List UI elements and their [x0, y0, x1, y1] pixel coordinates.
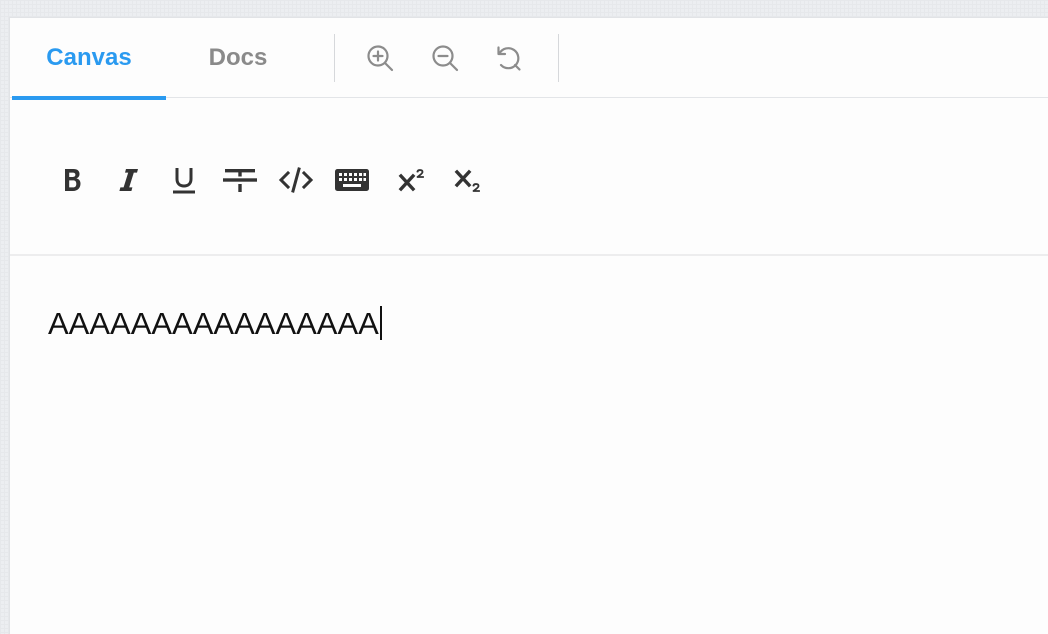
superscript-button[interactable]: [393, 160, 433, 200]
tab-docs-label: Docs: [208, 44, 268, 71]
reset-rotate-icon: [497, 46, 521, 71]
toolbar-divider: [334, 34, 335, 82]
tab-docs[interactable]: Docs: [188, 18, 288, 98]
strikethrough-button[interactable]: [220, 160, 260, 200]
underline-icon: [173, 168, 195, 194]
zoom-in-icon: [367, 45, 394, 72]
editor-text: AAAAAAAAAAAAAAAA: [48, 306, 379, 341]
code-button[interactable]: [276, 160, 316, 200]
tab-canvas-label: Canvas: [46, 44, 132, 71]
reset-zoom-button[interactable]: [492, 42, 524, 74]
editor-line[interactable]: AAAAAAAAAAAAAAAA: [48, 306, 382, 342]
text-editor[interactable]: AAAAAAAAAAAAAAAA: [10, 258, 1048, 634]
subscript-icon: [454, 169, 480, 192]
editor-app: Canvas Docs AAAAAAAAAAAAAAAA: [9, 17, 1048, 634]
italic-icon: [119, 169, 138, 191]
bold-button[interactable]: [52, 160, 92, 200]
underline-button[interactable]: [164, 160, 204, 200]
code-icon: [278, 167, 314, 193]
bold-icon: [65, 169, 81, 191]
zoom-out-button[interactable]: [429, 42, 461, 74]
zoom-in-button[interactable]: [364, 42, 396, 74]
strikethrough-icon: [223, 169, 257, 192]
format-toolbar: [10, 98, 1048, 256]
tab-bar: Canvas Docs: [10, 18, 1048, 100]
toolbar-divider-end: [558, 34, 559, 82]
italic-button[interactable]: [108, 160, 148, 200]
tab-canvas[interactable]: Canvas: [12, 18, 166, 100]
keyboard-icon: [335, 169, 369, 191]
subscript-button[interactable]: [449, 160, 489, 200]
superscript-icon: [398, 169, 424, 192]
text-caret: [379, 306, 382, 340]
keyboard-button[interactable]: [332, 160, 372, 200]
zoom-out-icon: [432, 45, 459, 72]
